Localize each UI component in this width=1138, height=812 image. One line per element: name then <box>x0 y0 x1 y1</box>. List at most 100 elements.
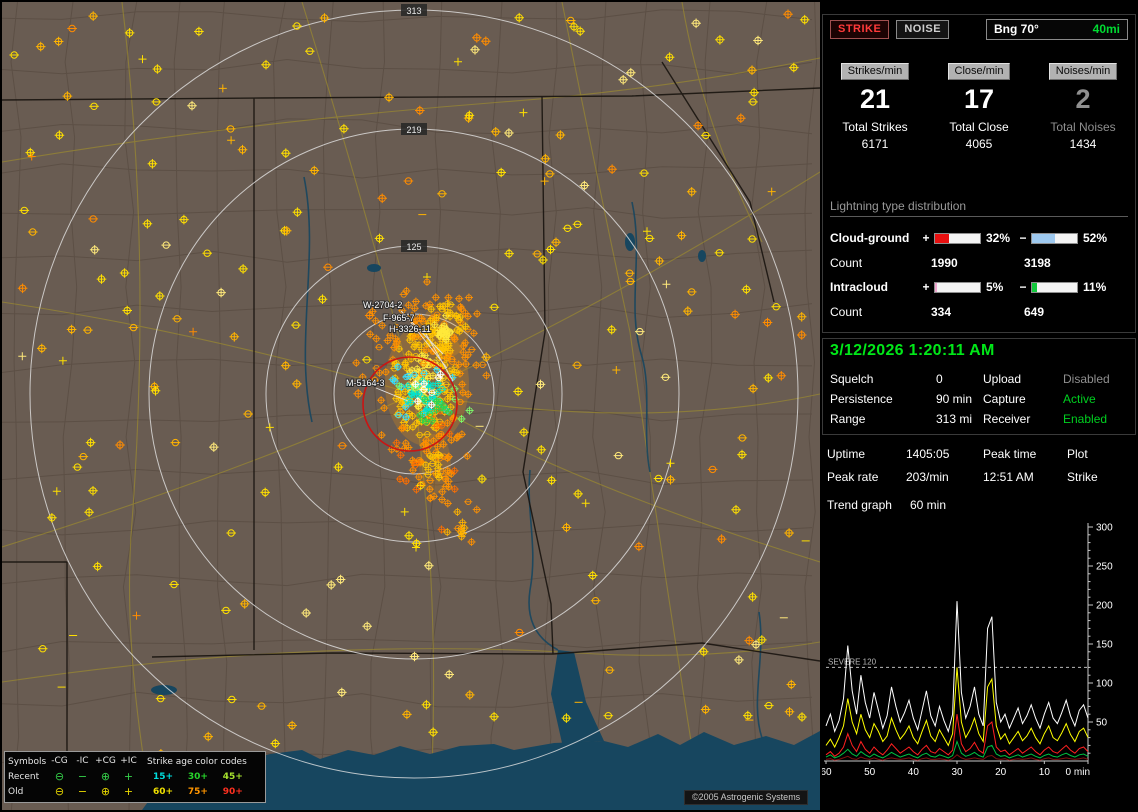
close-range-value: 40mi <box>1093 22 1120 36</box>
top-button-row: STRIKE NOISE Bng 70° 40mi <box>830 19 1128 40</box>
svg-text:40: 40 <box>908 767 920 778</box>
legend-row-label: Recent <box>8 772 48 782</box>
cg-minus-bar <box>1031 233 1078 244</box>
range-label: Range <box>830 412 936 426</box>
total-noises-label: Total Noises <box>1031 120 1135 134</box>
noises-per-min-button[interactable]: Noises/min <box>1049 63 1117 80</box>
circle-minus-icon: ⊖ <box>48 771 71 782</box>
receiver-label: Receiver <box>983 412 1063 426</box>
total-strikes-value: 6171 <box>823 137 927 151</box>
receiver-status: Enabled <box>1063 412 1130 426</box>
rates-row: Strikes/min 21 Total Strikes 6171 Close/… <box>823 63 1135 151</box>
intracloud-count-row: Count 334 649 <box>830 299 1128 324</box>
status-panel: STRIKE NOISE Bng 70° 40mi Strikes/min 21… <box>822 2 1136 810</box>
plus-icon: + <box>117 786 140 797</box>
legend-col-pos-cg: +CG <box>94 756 117 767</box>
map-canvas: 313219125W-2704-2F-965-7H-3326-11M-5164-… <box>2 2 820 810</box>
svg-text:H-3326-11: H-3326-11 <box>389 324 431 334</box>
age-code: 30+ <box>182 772 214 782</box>
ic-plus-count: 334 <box>931 305 1024 319</box>
cg-minus-count: 3198 <box>1024 256 1117 270</box>
trend-box: Uptime 1405:05 Peak time Plot Peak rate … <box>822 442 1136 789</box>
age-code: 75+ <box>182 787 214 797</box>
strikes-per-min-button[interactable]: Strikes/min <box>841 63 909 80</box>
noise-button[interactable]: NOISE <box>896 20 949 39</box>
svg-text:50: 50 <box>1096 718 1108 729</box>
svg-text:200: 200 <box>1096 601 1113 612</box>
capture-label: Capture <box>983 392 1063 406</box>
strikes-per-min-column: Strikes/min 21 Total Strikes 6171 <box>823 63 927 151</box>
squelch-label: Squelch <box>830 372 936 386</box>
status-row: Uptime 1405:05 Peak time Plot <box>822 442 1136 465</box>
peak-rate-label: Peak rate <box>827 470 906 484</box>
persistence-value: 90 min <box>936 392 983 406</box>
trend-graph: 300250200150100506050403020100 minSEVERE… <box>822 519 1136 789</box>
upload-label: Upload <box>983 372 1063 386</box>
ic-plus-percent: 5% <box>983 280 1017 294</box>
peak-time-value: 12:51 AM <box>983 470 1067 484</box>
bearing-value: Bng 70° <box>994 22 1039 36</box>
distribution-section: Lightning type distribution Cloud-ground… <box>830 199 1128 324</box>
cloud-ground-row: Cloud-ground + 32% − 52% <box>830 226 1128 250</box>
ic-minus-percent: 11% <box>1080 280 1114 294</box>
strikes-per-min-value: 21 <box>823 82 927 116</box>
cg-plus-count: 1990 <box>931 256 1024 270</box>
strike-button[interactable]: STRIKE <box>830 20 889 39</box>
noises-per-min-column: Noises/min 2 Total Noises 1434 <box>1031 63 1135 151</box>
svg-text:60: 60 <box>822 767 832 778</box>
minus-sign: − <box>1017 231 1029 245</box>
intracloud-row: Intracloud + 5% − 11% <box>830 275 1128 299</box>
svg-text:W-2704-2: W-2704-2 <box>363 300 402 310</box>
noises-per-min-value: 2 <box>1031 82 1135 116</box>
cg-plus-bar <box>934 233 981 244</box>
cloud-ground-label: Cloud-ground <box>830 231 920 245</box>
close-per-min-column: Close/min 17 Total Close 4065 <box>927 63 1031 151</box>
svg-text:100: 100 <box>1096 679 1113 690</box>
copyright-label: ©2005 Astrogenic Systems <box>684 790 808 805</box>
setting-row: Persistence 90 min Capture Active <box>830 389 1130 409</box>
trend-window-value: 60 min <box>910 498 1136 512</box>
total-strikes-label: Total Strikes <box>823 120 927 134</box>
svg-text:313: 313 <box>406 6 421 16</box>
minus-sign: − <box>1017 280 1029 294</box>
circle-plus-icon: ⊕ <box>94 771 117 782</box>
setting-row: Range 313 mi Receiver Enabled <box>830 409 1130 429</box>
lightning-map[interactable]: 313219125W-2704-2F-965-7H-3326-11M-5164-… <box>2 2 820 810</box>
legend-row-recent: Recent ⊖ − ⊕ + 15+ 30+ 45+ <box>8 769 262 784</box>
cloud-ground-count-row: Count 1990 3198 <box>830 250 1128 275</box>
uptime-label: Uptime <box>827 447 906 461</box>
svg-text:300: 300 <box>1096 523 1113 534</box>
svg-text:250: 250 <box>1096 562 1113 573</box>
persistence-label: Persistence <box>830 392 936 406</box>
plot-label: Plot <box>1067 447 1136 461</box>
distribution-title: Lightning type distribution <box>830 199 1128 217</box>
cg-plus-percent: 32% <box>983 231 1017 245</box>
age-code: 15+ <box>147 772 179 782</box>
legend-header: Symbols -CG -IC +CG +IC Strike age color… <box>8 754 262 769</box>
upload-status: Disabled <box>1063 372 1130 386</box>
intracloud-label: Intracloud <box>830 280 920 294</box>
peak-rate-value: 203/min <box>906 470 983 484</box>
peak-time-label: Peak time <box>983 447 1067 461</box>
age-code: 90+ <box>217 787 249 797</box>
minus-icon: − <box>71 771 94 782</box>
svg-text:M-5164-3: M-5164-3 <box>346 378 385 388</box>
plot-value: Strike <box>1067 470 1136 484</box>
close-per-min-button[interactable]: Close/min <box>948 63 1011 80</box>
legend-row-old: Old ⊖ − ⊕ + 60+ 75+ 90+ <box>8 784 262 799</box>
svg-text:219: 219 <box>406 125 421 135</box>
legend-row-label: Old <box>8 787 48 797</box>
age-code: 45+ <box>217 772 249 782</box>
capture-status: Active <box>1063 392 1130 406</box>
legend-col-pos-ic: +IC <box>117 756 140 767</box>
cg-minus-percent: 52% <box>1080 231 1114 245</box>
ic-plus-bar <box>934 282 981 293</box>
total-noises-value: 1434 <box>1031 137 1135 151</box>
map-legend: Symbols -CG -IC +CG +IC Strike age color… <box>4 751 266 803</box>
trend-graph-header: Trend graph 60 min <box>822 495 1136 515</box>
svg-text:125: 125 <box>406 242 421 252</box>
svg-text:20: 20 <box>995 767 1007 778</box>
count-label: Count <box>830 305 931 319</box>
legend-symbols-title: Symbols <box>8 757 48 767</box>
settings-grid: Squelch 0 Upload Disabled Persistence 90… <box>830 369 1130 429</box>
